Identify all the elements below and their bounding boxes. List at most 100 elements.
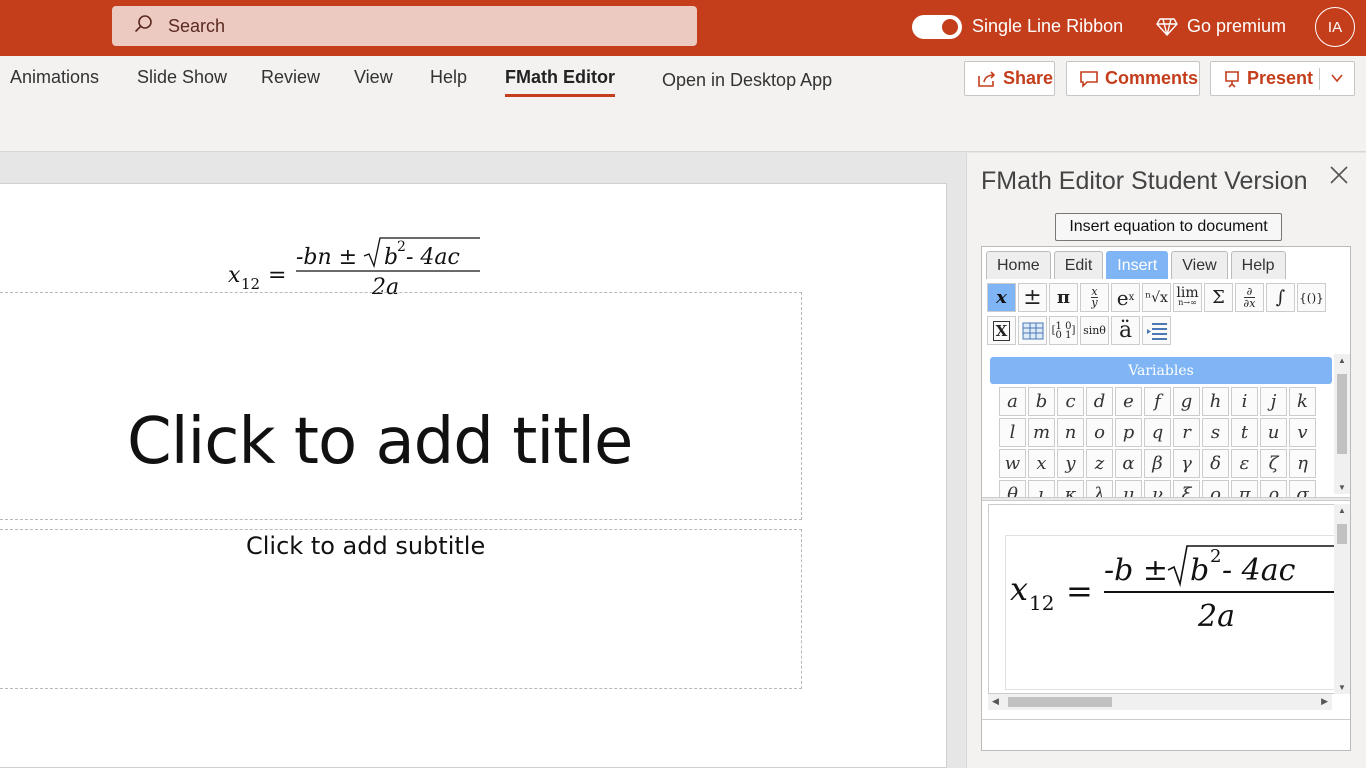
open-in-desktop-app[interactable]: Open in Desktop App bbox=[662, 70, 832, 91]
status-field[interactable] bbox=[982, 719, 1350, 749]
tab-help[interactable]: Help bbox=[430, 67, 467, 88]
variable-key[interactable]: l bbox=[999, 418, 1026, 447]
variables-scrollbar[interactable]: ▲ ▼ bbox=[1334, 354, 1350, 494]
fmath-tab-insert[interactable]: Insert bbox=[1106, 251, 1169, 279]
integral-icon[interactable]: ∫ bbox=[1266, 283, 1295, 312]
plus-minus-icon[interactable]: ± bbox=[1018, 283, 1047, 312]
variable-key[interactable]: η bbox=[1289, 449, 1316, 478]
variable-key[interactable]: e bbox=[1115, 387, 1142, 416]
variable-key[interactable]: b bbox=[1028, 387, 1055, 416]
variable-key[interactable]: u bbox=[1260, 418, 1287, 447]
box-icon[interactable]: X bbox=[987, 316, 1016, 345]
preview-vertical-scrollbar[interactable]: ▲ ▼ bbox=[1334, 504, 1350, 694]
table-icon[interactable] bbox=[1018, 316, 1047, 345]
variable-key[interactable]: k bbox=[1289, 387, 1316, 416]
variable-key[interactable]: κ bbox=[1057, 480, 1084, 497]
variables-grid: abcdefghijk lmnopqrstuv wxyzαβγδεζη θικλμνξ… bbox=[999, 387, 1334, 497]
variable-key[interactable]: j bbox=[1260, 387, 1287, 416]
slide-equation[interactable]: x 12 = -bn ± b 2 - 4ac 2a bbox=[226, 234, 486, 300]
variable-key[interactable]: d bbox=[1086, 387, 1113, 416]
brackets-icon[interactable]: {()} bbox=[1297, 283, 1326, 312]
sine-icon[interactable]: sinθ bbox=[1080, 316, 1109, 345]
variable-key[interactable]: β bbox=[1144, 449, 1171, 478]
variable-key[interactable]: r bbox=[1173, 418, 1200, 447]
preview-denominator: 2a bbox=[1197, 599, 1235, 634]
variables-section-header[interactable]: Variables bbox=[990, 357, 1332, 384]
align-icon[interactable] bbox=[1142, 316, 1171, 345]
variable-key[interactable]: z bbox=[1086, 449, 1113, 478]
variable-icon[interactable]: x bbox=[987, 283, 1016, 312]
variable-key[interactable]: s bbox=[1202, 418, 1229, 447]
partial-derivative-icon[interactable]: ∂ ∂x bbox=[1235, 283, 1264, 312]
pi-icon[interactable]: π bbox=[1049, 283, 1078, 312]
fmath-tab-home[interactable]: Home bbox=[986, 251, 1051, 279]
preview-lhs-base: x bbox=[1010, 570, 1028, 608]
variable-key[interactable]: q bbox=[1144, 418, 1171, 447]
equation-canvas[interactable]: x 12 = -b ± b 2 - 4ac 2a bbox=[1005, 535, 1335, 690]
variable-key[interactable]: ν bbox=[1144, 480, 1171, 497]
variable-key[interactable]: α bbox=[1115, 449, 1142, 478]
variable-key[interactable]: o bbox=[1086, 418, 1113, 447]
avatar[interactable]: IA bbox=[1315, 7, 1355, 47]
equation-preview[interactable]: x 12 = -b ± b 2 - 4ac 2a bbox=[988, 504, 1336, 694]
variable-key[interactable]: i bbox=[1231, 387, 1258, 416]
present-button[interactable]: Present bbox=[1210, 61, 1355, 96]
fmath-tabs: Home Edit Insert View Help bbox=[986, 251, 1286, 279]
chevron-down-icon[interactable] bbox=[1329, 70, 1345, 86]
matrix-icon[interactable]: [1 00 1] bbox=[1049, 316, 1078, 345]
variable-key[interactable]: a bbox=[999, 387, 1026, 416]
fraction-icon[interactable]: xy bbox=[1080, 283, 1109, 312]
variable-key[interactable]: n bbox=[1057, 418, 1084, 447]
share-button[interactable]: Share bbox=[964, 61, 1055, 96]
variable-key[interactable]: ο bbox=[1202, 480, 1229, 497]
close-icon[interactable] bbox=[1329, 165, 1349, 190]
fmath-tab-edit[interactable]: Edit bbox=[1053, 251, 1104, 279]
variable-key[interactable]: g bbox=[1173, 387, 1200, 416]
tab-slide-show[interactable]: Slide Show bbox=[137, 67, 227, 88]
variable-key[interactable]: λ bbox=[1086, 480, 1113, 497]
insert-equation-button[interactable]: Insert equation to document bbox=[1055, 213, 1282, 241]
variable-key[interactable]: t bbox=[1231, 418, 1258, 447]
preview-horizontal-scrollbar[interactable]: ◀ ▶ bbox=[988, 694, 1332, 710]
variable-key[interactable]: δ bbox=[1202, 449, 1229, 478]
variable-key[interactable]: ξ bbox=[1173, 480, 1200, 497]
variable-key[interactable]: h bbox=[1202, 387, 1229, 416]
sum-icon[interactable]: Σ bbox=[1204, 283, 1233, 312]
fmath-tab-view[interactable]: View bbox=[1171, 251, 1228, 279]
variable-key[interactable]: θ bbox=[999, 480, 1026, 497]
variable-key[interactable]: f bbox=[1144, 387, 1171, 416]
variable-key[interactable]: μ bbox=[1115, 480, 1142, 497]
preview-numerator: -b ± bbox=[1104, 553, 1168, 588]
variable-key[interactable]: ζ bbox=[1260, 449, 1287, 478]
nth-root-icon[interactable]: ⁿ√x bbox=[1142, 283, 1171, 312]
comments-button[interactable]: Comments bbox=[1066, 61, 1200, 96]
go-premium-link[interactable]: Go premium bbox=[1187, 16, 1286, 37]
variable-key[interactable]: σ bbox=[1289, 480, 1316, 497]
variable-key[interactable]: v bbox=[1289, 418, 1316, 447]
limit-icon[interactable]: lim n→∞ bbox=[1173, 283, 1202, 312]
variable-key[interactable]: p bbox=[1115, 418, 1142, 447]
search-box[interactable]: Search bbox=[112, 6, 697, 46]
variable-key[interactable]: ε bbox=[1231, 449, 1258, 478]
accent-icon[interactable]: ä bbox=[1111, 316, 1140, 345]
variable-key[interactable]: π bbox=[1231, 480, 1258, 497]
variable-key[interactable]: ι bbox=[1028, 480, 1055, 497]
single-line-ribbon-toggle[interactable] bbox=[912, 15, 962, 39]
fmath-tab-help[interactable]: Help bbox=[1230, 251, 1286, 279]
tab-fmath-editor[interactable]: FMath Editor bbox=[505, 67, 615, 97]
fmath-editor: Home Edit Insert View Help x ± π xy ex ⁿ… bbox=[981, 246, 1351, 751]
tab-review[interactable]: Review bbox=[261, 67, 320, 88]
variable-key[interactable]: γ bbox=[1173, 449, 1200, 478]
variable-key[interactable]: y bbox=[1057, 449, 1084, 478]
title-placeholder-text: Click to add title bbox=[127, 405, 633, 479]
presentation-icon bbox=[1223, 70, 1241, 88]
exponent-icon[interactable]: ex bbox=[1111, 283, 1140, 312]
variable-key[interactable]: c bbox=[1057, 387, 1084, 416]
variable-key[interactable]: m bbox=[1028, 418, 1055, 447]
variable-key[interactable]: ρ bbox=[1260, 480, 1287, 497]
pane-splitter[interactable] bbox=[982, 497, 1350, 501]
tab-view[interactable]: View bbox=[354, 67, 393, 88]
variable-key[interactable]: x bbox=[1028, 449, 1055, 478]
variable-key[interactable]: w bbox=[999, 449, 1026, 478]
tab-animations[interactable]: Animations bbox=[10, 67, 99, 88]
